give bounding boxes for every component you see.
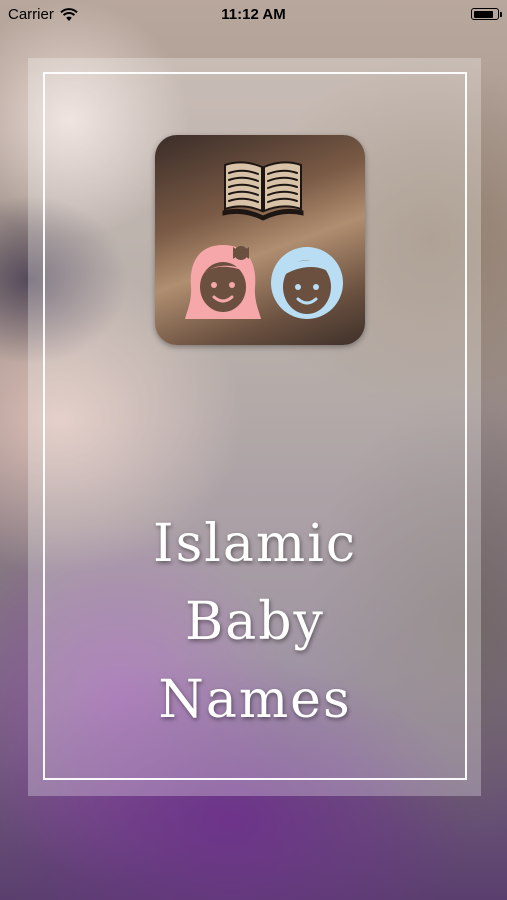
battery-icon — [471, 8, 502, 20]
book-icon — [222, 161, 304, 221]
app-title-line-2: Baby — [185, 592, 325, 652]
app-logo — [155, 135, 365, 345]
app-title: Islamic Baby Names — [43, 505, 467, 739]
app-title-line-1: Islamic — [153, 514, 357, 574]
status-time: 11:12 AM — [221, 6, 286, 23]
splash-screen: Carrier 11:12 AM Islamic Baby Names — [0, 0, 507, 900]
status-bar: Carrier 11:12 AM — [0, 0, 507, 30]
girl-face-icon — [185, 245, 261, 319]
battery-level-fill — [473, 10, 494, 18]
boy-face-icon — [271, 247, 343, 319]
app-title-line-3: Names — [158, 670, 352, 730]
